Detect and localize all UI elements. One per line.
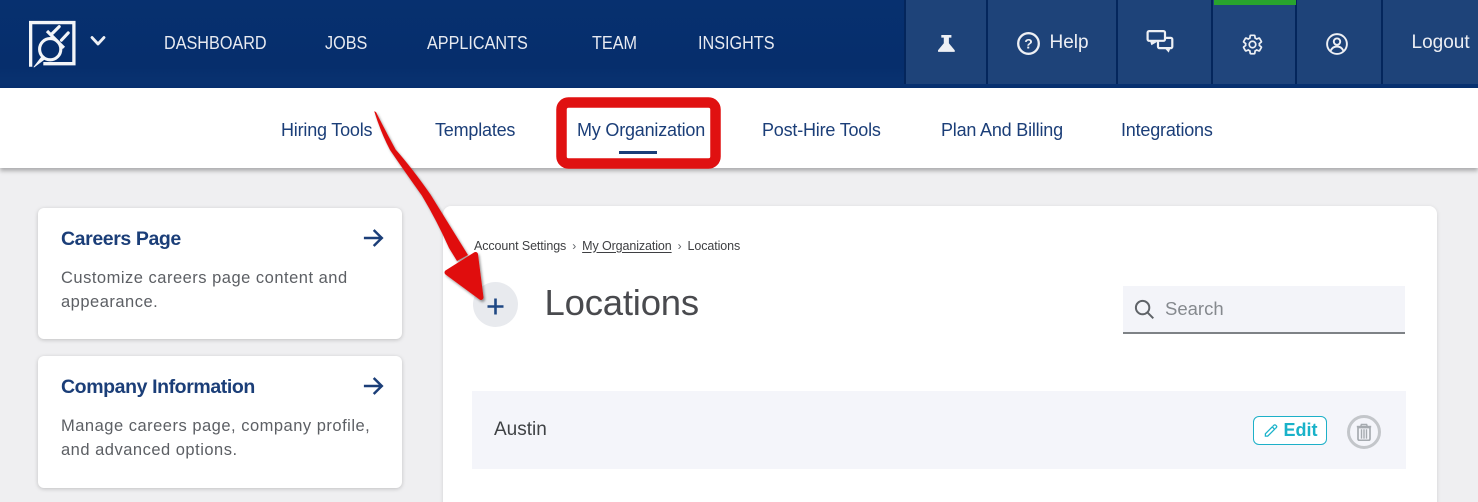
svg-text:?: ? bbox=[1024, 35, 1033, 51]
